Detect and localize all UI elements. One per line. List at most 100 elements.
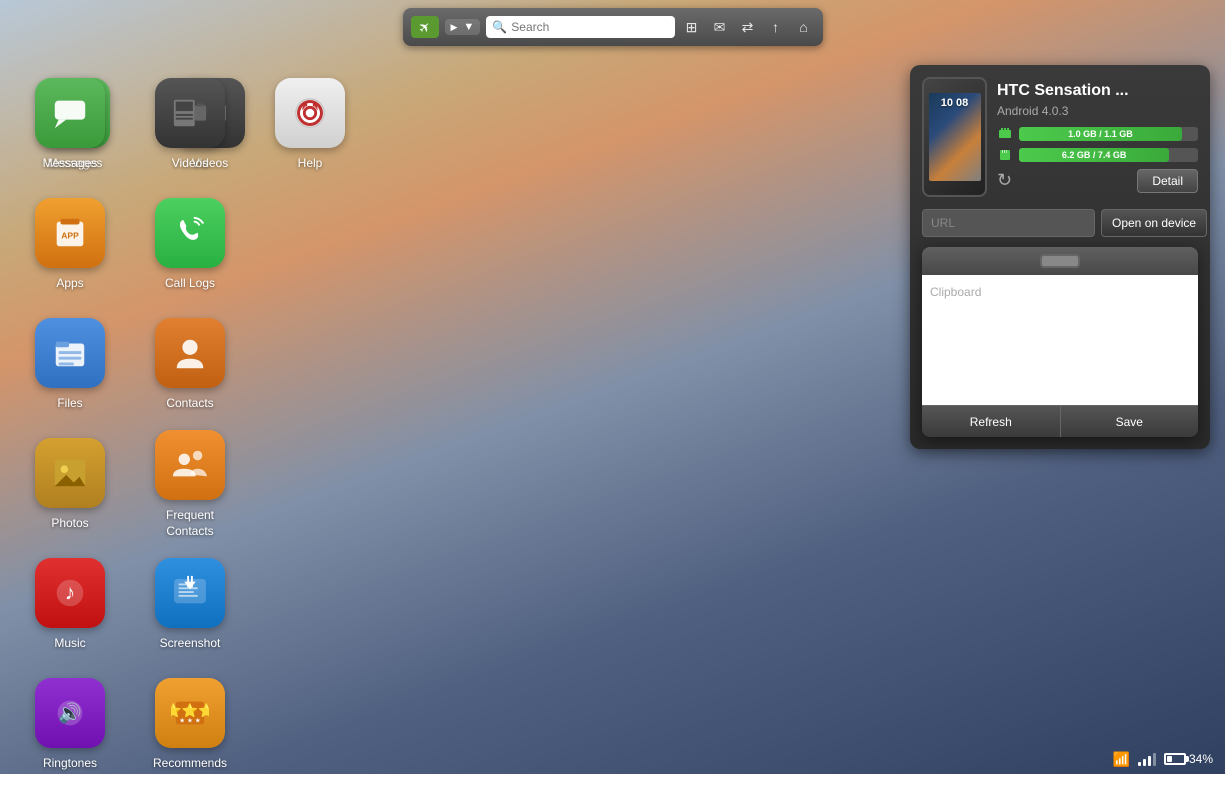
device-actions: ↻ Detail: [997, 169, 1198, 193]
storage-row-2: 6.2 GB / 7.4 GB: [997, 147, 1198, 163]
calllogs-label: Call Logs: [165, 276, 215, 292]
transfer-icon[interactable]: ⇄: [737, 16, 759, 38]
files-icon: [35, 318, 105, 388]
apps-label: Apps: [56, 276, 83, 292]
device-refresh-icon[interactable]: ↻: [997, 170, 1012, 191]
home-icon[interactable]: ⌂: [793, 16, 815, 38]
app-logo-icon: [411, 16, 439, 38]
play-dropdown[interactable]: ▼: [445, 19, 481, 35]
music-icon: ♪: [35, 558, 105, 628]
app-item-music[interactable]: ♪ Music: [10, 545, 130, 665]
battery-percentage: 34%: [1189, 752, 1213, 766]
clipboard-refresh-button[interactable]: Refresh: [922, 405, 1061, 437]
app-item-messages[interactable]: Messages: [10, 65, 130, 185]
svg-text:★ ★ ★: ★ ★ ★: [179, 717, 201, 725]
svg-text:♪: ♪: [65, 582, 75, 605]
app-item-photos[interactable]: Photos: [10, 425, 130, 545]
app-item-calllogs[interactable]: Call Logs: [130, 185, 250, 305]
app-item-files[interactable]: Files: [10, 305, 130, 425]
battery-container: 34%: [1164, 752, 1213, 766]
clipboard-placeholder: Clipboard: [930, 281, 981, 303]
app-item-videos[interactable]: Videos: [130, 65, 250, 185]
clipboard-actions: Refresh Save: [922, 405, 1198, 437]
clipboard-section: Clipboard Refresh Save: [922, 247, 1198, 437]
battery-icon: [1164, 753, 1186, 765]
help-icon: [275, 78, 345, 148]
app-item-freqcontacts[interactable]: FrequentContacts: [130, 425, 250, 545]
device-screen: 10 08: [929, 93, 981, 181]
device-image: 10 08: [922, 77, 987, 197]
play-dropdown-arrow: ▼: [463, 21, 474, 33]
app-item-recommends[interactable]: ⭐⭐⭐ ★ ★ ★ Recommends: [130, 665, 250, 785]
clipboard-top: [922, 247, 1198, 275]
ringtones-label: Ringtones: [43, 756, 97, 772]
signal-bars: [1138, 752, 1156, 766]
app-item-contacts[interactable]: Contacts: [130, 305, 250, 425]
calllogs-icon: [155, 198, 225, 268]
search-icon: 🔍: [492, 20, 507, 34]
videos-label2: Videos: [172, 156, 208, 172]
open-on-device-button[interactable]: Open on device: [1101, 209, 1207, 237]
recommends-icon: ⭐⭐⭐ ★ ★ ★: [155, 678, 225, 748]
toolbar: ▼ 🔍 ⊞ ✉ ⇄ ↑ ⌂: [403, 8, 823, 46]
search-input[interactable]: [511, 20, 668, 34]
files-label: Files: [57, 396, 82, 412]
url-section: Open on device: [922, 209, 1198, 237]
grid-icon[interactable]: ⊞: [681, 16, 703, 38]
storage-bar-2: 6.2 GB / 7.4 GB: [1019, 148, 1169, 162]
screenshot-label: Screenshot: [160, 636, 221, 652]
device-time: 10 08: [941, 97, 969, 109]
signal-bar-4: [1153, 753, 1156, 766]
detail-button[interactable]: Detail: [1137, 169, 1198, 193]
photos-icon: [35, 438, 105, 508]
music-label: Music: [54, 636, 85, 652]
upload-icon[interactable]: ↑: [765, 16, 787, 38]
messages-label: Messages: [43, 156, 98, 172]
signal-bar-2: [1143, 759, 1146, 766]
svg-text:APP: APP: [61, 231, 79, 241]
recommends-label: Recommends: [153, 756, 227, 772]
device-name: HTC Sensation ...: [997, 82, 1198, 100]
storage-label-2: 6.2 GB / 7.4 GB: [1058, 150, 1131, 160]
clipboard-body[interactable]: Clipboard: [922, 275, 1198, 405]
app-item-help[interactable]: Help: [250, 65, 370, 185]
messages-icon: [35, 78, 105, 148]
clipboard-save-button[interactable]: Save: [1061, 405, 1199, 437]
signal-bar-1: [1138, 762, 1141, 766]
help-label: Help: [298, 156, 323, 172]
mail-icon[interactable]: ✉: [709, 16, 731, 38]
ram-icon: [997, 126, 1013, 142]
url-input[interactable]: [922, 209, 1095, 237]
storage-bar-2-container: 6.2 GB / 7.4 GB: [1019, 148, 1198, 162]
svg-text:⭐⭐⭐: ⭐⭐⭐: [171, 702, 209, 718]
signal-bar-3: [1148, 756, 1151, 766]
app-item-ringtones[interactable]: 🔊 Ringtones: [10, 665, 130, 785]
svg-text:🔊: 🔊: [58, 702, 82, 725]
sd-icon: [997, 147, 1013, 163]
device-os: Android 4.0.3: [997, 104, 1198, 118]
app-item-apps[interactable]: APP Apps: [10, 185, 130, 305]
storage-bar-1: 1.0 GB / 1.1 GB: [1019, 127, 1182, 141]
search-bar[interactable]: 🔍: [486, 16, 674, 38]
freqcontacts-label: FrequentContacts: [166, 508, 214, 539]
videos-icon2: [155, 78, 225, 148]
clipboard-clip-icon: [1040, 254, 1080, 268]
photos-label: Photos: [51, 516, 88, 532]
device-panel: 10 08 HTC Sensation ... Android 4.0.3: [910, 65, 1210, 449]
device-header: 10 08 HTC Sensation ... Android 4.0.3: [922, 77, 1198, 197]
storage-label-1: 1.0 GB / 1.1 GB: [1064, 129, 1137, 139]
toolbar-icons: ⊞ ✉ ⇄ ↑ ⌂: [681, 16, 815, 38]
storage-bar-1-container: 1.0 GB / 1.1 GB: [1019, 127, 1198, 141]
battery-fill: [1167, 756, 1172, 762]
statusbar: 📶 34%: [1101, 744, 1225, 774]
app-item-screenshot[interactable]: Screenshot: [130, 545, 250, 665]
freqcontacts-icon: [155, 430, 225, 500]
ringtones-icon: 🔊: [35, 678, 105, 748]
contacts-label: Contacts: [166, 396, 213, 412]
contacts-icon: [155, 318, 225, 388]
apps-icon: APP: [35, 198, 105, 268]
storage-row-1: 1.0 GB / 1.1 GB: [997, 126, 1198, 142]
device-info: HTC Sensation ... Android 4.0.3 1.0 GB /…: [997, 82, 1198, 193]
wifi-icon: 📶: [1113, 751, 1130, 768]
screenshot-icon: [155, 558, 225, 628]
